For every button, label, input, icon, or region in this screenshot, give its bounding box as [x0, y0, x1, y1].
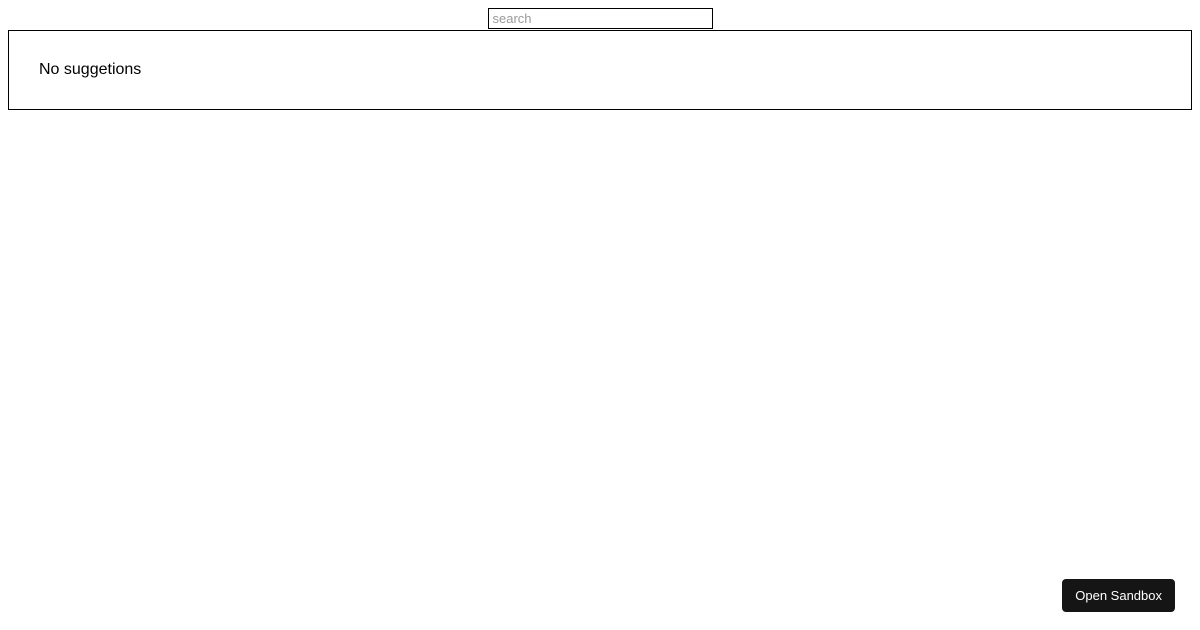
no-suggestions-message: No suggetions — [39, 61, 1161, 79]
search-input[interactable] — [488, 8, 713, 29]
suggestions-panel: No suggetions — [8, 30, 1192, 110]
search-container — [0, 0, 1200, 29]
open-sandbox-button[interactable]: Open Sandbox — [1062, 579, 1175, 612]
